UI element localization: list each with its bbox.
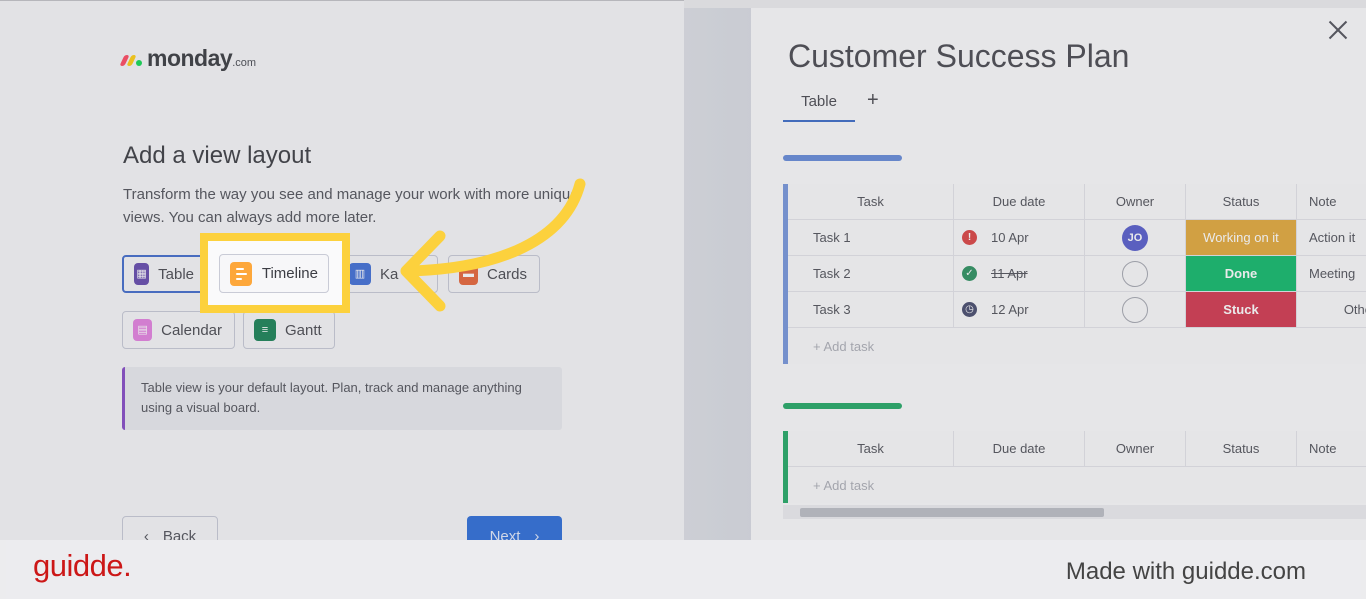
col-status-header: Status — [1186, 431, 1297, 466]
group-2-table: Task Due date Owner Status Note + Add ta… — [783, 431, 1366, 503]
view-option-calendar[interactable]: ▤ Calendar — [122, 311, 235, 349]
col-owner-header: Owner — [1085, 184, 1186, 219]
view-option-label: Cards — [486, 265, 527, 283]
view-option-label: Timeline — [261, 265, 318, 282]
avatar-placeholder-icon — [1122, 296, 1148, 323]
col-note-header: Note — [1297, 431, 1366, 466]
task-name: Task 1 — [788, 220, 954, 255]
col-task-header: Task — [788, 431, 954, 466]
status-badge: Working on it — [1186, 220, 1296, 255]
group-2-color-bar — [783, 403, 902, 409]
calendar-icon: ▤ — [133, 319, 153, 341]
add-task-label: + Add task — [813, 338, 875, 354]
view-option-gantt[interactable]: ≡ Gantt — [243, 311, 335, 349]
col-status-header: Status — [1186, 184, 1297, 219]
guidde-logo: guidde. — [33, 548, 132, 583]
avatar-placeholder-icon — [1122, 260, 1148, 287]
monday-logo-icon — [119, 52, 142, 66]
due-date: 10 Apr — [991, 230, 1029, 245]
avatar: JO — [1122, 224, 1148, 251]
col-due-header: Due date — [954, 184, 1085, 219]
task-name: Task 2 — [788, 256, 954, 291]
close-icon[interactable] — [1328, 20, 1348, 40]
table-header: Task Due date Owner Status Note — [788, 184, 1366, 220]
col-due-header: Due date — [954, 431, 1085, 466]
alert-icon: ! — [962, 230, 977, 245]
kanban-icon: ▥ — [349, 263, 371, 285]
view-option-timeline[interactable]: Timeline — [219, 254, 329, 293]
add-task-row[interactable]: + Add task — [788, 328, 1366, 364]
table-row[interactable]: Task 2 ✓ 11 Apr Done Meeting — [788, 256, 1366, 292]
note-text: Meeting — [1297, 256, 1366, 291]
view-option-label: Table — [158, 265, 194, 283]
scrollbar-thumb[interactable] — [800, 508, 1104, 517]
preview-shadow — [684, 8, 754, 540]
cards-icon: ▬ — [459, 263, 478, 285]
board-title: Customer Success Plan — [788, 38, 1130, 74]
page-description: Transform the way you see and manage you… — [123, 186, 579, 226]
status-badge: Stuck — [1186, 292, 1296, 327]
gantt-icon: ≡ — [254, 319, 276, 341]
note-text: Othe — [1297, 292, 1366, 327]
note-text: Action it — [1297, 220, 1366, 255]
group-1-table: Task Due date Owner Status Note Task 1 !… — [783, 184, 1366, 364]
logo-suffix: .com — [232, 57, 257, 69]
info-callout: Table view is your default layout. Plan,… — [122, 367, 562, 430]
due-date: 12 Apr — [991, 302, 1029, 317]
table-icon: ▦ — [134, 263, 150, 285]
monday-logo: monday.com — [119, 45, 257, 72]
view-option-label: Ka — [380, 265, 399, 283]
add-task-label: + Add task — [813, 477, 875, 493]
view-option-cards[interactable]: ▬ Cards — [448, 255, 540, 293]
footer-tagline: Made with guidde.com — [1065, 558, 1306, 585]
col-owner-header: Owner — [1085, 431, 1186, 466]
view-option-table[interactable]: ▦ Table — [122, 255, 208, 293]
timeline-icon — [230, 261, 252, 286]
footer: guidde. Made with guidde.com — [6, 540, 1361, 599]
clock-icon: ◷ — [962, 302, 977, 317]
table-header: Task Due date Owner Status Note — [788, 431, 1366, 467]
view-option-kanban[interactable]: ▥ Ka — [338, 255, 438, 293]
page-title: Add a view layout — [123, 142, 312, 169]
table-row[interactable]: Task 3 ◷ 12 Apr Stuck Othe — [788, 292, 1366, 328]
task-name: Task 3 — [788, 292, 954, 327]
check-icon: ✓ — [962, 266, 977, 281]
view-option-label: Calendar — [161, 321, 222, 339]
add-tab-icon[interactable]: + — [867, 89, 879, 112]
horizontal-scrollbar[interactable] — [783, 505, 1366, 519]
logo-text: monday — [147, 45, 233, 71]
col-note-header: Note — [1297, 184, 1366, 219]
table-row[interactable]: Task 1 ! 10 Apr JO Working on it Action i… — [788, 220, 1366, 256]
status-badge: Done — [1186, 256, 1296, 291]
col-task-header: Task — [788, 184, 954, 219]
due-date: 11 Apr — [991, 266, 1028, 281]
add-task-row[interactable]: + Add task — [788, 467, 1366, 503]
group-1-color-bar — [783, 155, 902, 161]
tab-table[interactable]: Table — [783, 90, 855, 122]
view-option-label: Gantt — [285, 321, 322, 339]
